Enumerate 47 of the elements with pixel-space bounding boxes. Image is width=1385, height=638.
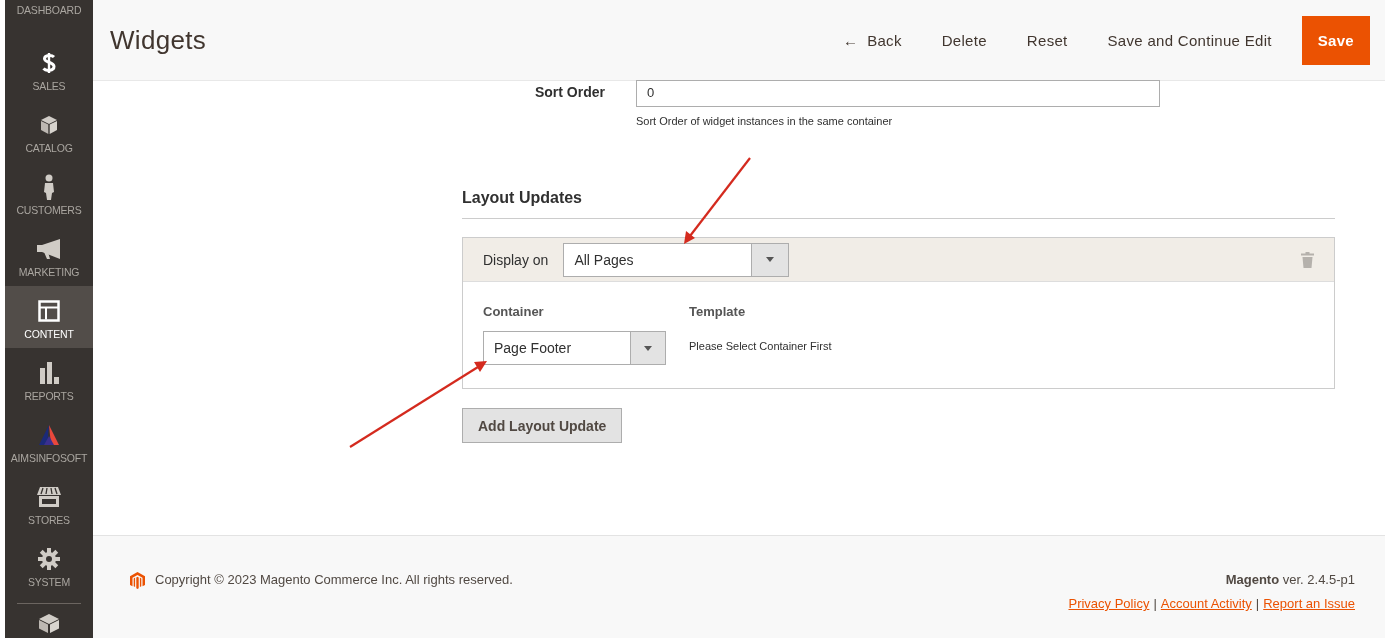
sidebar-item[interactable]: DASHBOARD xyxy=(5,0,93,38)
footer-link[interactable]: Privacy Policy xyxy=(1068,596,1150,611)
sidebar-item[interactable]: SALES xyxy=(5,38,93,100)
field-label: Container xyxy=(483,304,545,319)
sidebar-item[interactable]: STORES xyxy=(5,472,93,534)
container-select[interactable]: Page Footer xyxy=(483,331,666,365)
storefront-icon xyxy=(36,486,62,508)
copyright-text: Copyright © 2023 Magento Commerce Inc. All rights reserved. xyxy=(155,572,513,587)
save-button[interactable]: Save xyxy=(1301,15,1370,65)
bar-chart-icon xyxy=(38,362,60,384)
footer-link[interactable]: Report an Issue xyxy=(1263,596,1355,611)
action-button[interactable]: Save and Continue Edit xyxy=(1091,17,1288,63)
sidebar-item[interactable]: MARKETING xyxy=(5,224,93,286)
triangle-logo-icon xyxy=(37,424,61,446)
sidebar-item[interactable]: CONTENT xyxy=(5,286,93,348)
link-separator: | xyxy=(1153,596,1157,611)
cube-icon xyxy=(38,613,60,633)
field-note: Sort Order of widget instances in the same container xyxy=(636,115,894,127)
caret-icon xyxy=(644,345,652,351)
action-button[interactable]: Delete xyxy=(925,17,1003,63)
sidebar-item[interactable]: REPORTS xyxy=(5,348,93,410)
section-title: Layout Updates xyxy=(462,189,1335,219)
field-label: Template xyxy=(689,304,747,319)
sidebar-item[interactable]: SYSTEM xyxy=(5,534,93,596)
box-icon xyxy=(39,115,59,135)
person-icon xyxy=(43,174,55,200)
caret-icon xyxy=(766,257,775,262)
field-label: Sort Order xyxy=(534,83,605,102)
page-title: Widgets xyxy=(110,24,208,56)
version-text: Magento ver. 2.4.5-p1 xyxy=(1224,572,1355,587)
field-label: Display on xyxy=(483,251,549,268)
gear-icon xyxy=(38,548,60,570)
megaphone-icon xyxy=(36,239,62,259)
layout-icon xyxy=(38,300,60,322)
action-button[interactable]: Reset xyxy=(1010,17,1084,63)
add-layout-update-button[interactable]: Add Layout Update xyxy=(462,408,623,443)
sidebar-item[interactable]: CATALOG xyxy=(5,100,93,162)
back-button[interactable]: ← Back xyxy=(826,17,918,63)
sidebar-item[interactable]: AIMSINFOSOFT xyxy=(5,410,93,472)
template-message: Please Select Container First xyxy=(689,339,832,352)
dollar-icon xyxy=(41,51,57,75)
sort-order-field[interactable]: 0 xyxy=(636,80,1160,107)
sidebar-item[interactable]: CUSTOMERS xyxy=(5,162,93,224)
link-separator: | xyxy=(1255,596,1260,611)
footer-link[interactable]: Account Activity xyxy=(1160,596,1252,611)
logo-icon xyxy=(130,572,145,589)
display-on-select[interactable]: All Pages xyxy=(563,242,790,277)
